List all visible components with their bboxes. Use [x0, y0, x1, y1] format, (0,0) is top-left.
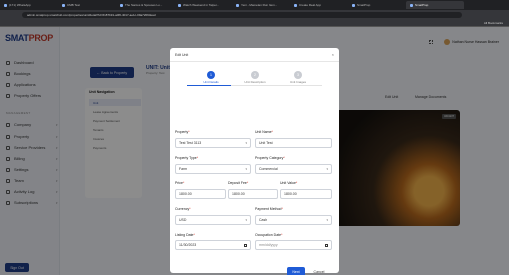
calendar-icon[interactable]	[325, 243, 328, 247]
deposit-fee-input[interactable]: 1800.00	[228, 189, 278, 199]
close-icon[interactable]: ×	[332, 52, 334, 57]
browser-tab[interactable]: SmatProp	[348, 1, 406, 9]
divider	[170, 61, 339, 62]
browser-tab[interactable]: Create Real App	[290, 1, 348, 9]
occupation-date-label: Occupation Date*	[255, 233, 283, 237]
favicon-icon	[120, 3, 123, 7]
step-number: 2	[251, 71, 259, 79]
chevron-down-icon: ▾	[245, 167, 247, 171]
unit-name-label: Unit Name*	[255, 130, 273, 134]
property-category-label: Property Category*	[255, 156, 285, 160]
property-label: Property*	[175, 130, 190, 134]
property-select[interactable]: Test Test 3113 ▾	[175, 138, 251, 148]
step-label: Unit Description	[244, 80, 266, 84]
unit-value-input[interactable]: 1800.00	[280, 189, 332, 199]
calendar-icon[interactable]	[244, 243, 247, 247]
listing-date-input[interactable]: 11/30/2023	[175, 240, 251, 250]
favicon-icon	[294, 3, 297, 7]
step-unit-images[interactable]: 3 Unit Images	[274, 71, 322, 86]
chevron-down-icon: ▾	[326, 167, 328, 171]
favicon-icon	[410, 3, 413, 7]
favicon-icon	[236, 3, 239, 7]
property-type-select[interactable]: Farm ▾	[175, 164, 251, 174]
app-root: SMATPROP Dashboard Bookings Applications…	[0, 27, 509, 275]
property-type-label: Property Type*	[175, 156, 199, 160]
unit-name-input[interactable]: Unit Test	[255, 138, 332, 148]
favicon-icon	[62, 3, 65, 7]
step-unit-description[interactable]: 2 Unit Description	[231, 71, 279, 86]
address-bar: admin.smatprop.smatchub.com/properties/u…	[0, 10, 509, 19]
step-label: Unit Details	[203, 80, 219, 84]
price-label: Price*	[175, 181, 185, 185]
listing-date-label: Listing Date*	[175, 233, 195, 237]
next-button[interactable]: Next	[287, 267, 305, 275]
edit-unit-modal: Edit Unit × 1 Unit Details 2 Unit Descri…	[170, 48, 339, 275]
payment-method-select[interactable]: Cash ▾	[255, 215, 332, 225]
step-number: 3	[294, 71, 302, 79]
price-input[interactable]: 1800.00	[175, 189, 226, 199]
deposit-fee-label: Deposit Fee*	[228, 181, 249, 185]
step-number: 1	[207, 71, 215, 79]
favicon-icon	[352, 3, 355, 7]
browser-tab[interactable]: The Santos & Spouses Lo...	[116, 1, 174, 9]
chevron-down-icon: ▾	[245, 218, 247, 222]
browser-tab[interactable]: Yeni - Mamelan Run Item...	[232, 1, 290, 9]
bookmarks-bar[interactable]: All Bookmarks	[0, 19, 509, 27]
currency-label: Currency*	[175, 207, 191, 211]
step-unit-details[interactable]: 1 Unit Details	[187, 71, 235, 86]
cancel-button[interactable]: Cancel	[308, 267, 330, 275]
step-indicator	[187, 85, 235, 86]
currency-select[interactable]: USD ▾	[175, 215, 251, 225]
modal-title: Edit Unit	[175, 53, 189, 57]
property-category-select[interactable]: Commercial ▾	[255, 164, 332, 174]
favicon-icon	[4, 3, 7, 7]
favicon-icon	[178, 3, 181, 7]
browser-tab[interactable]: (171) WhatsApp	[0, 1, 58, 9]
step-indicator	[274, 85, 322, 86]
chevron-down-icon: ▾	[326, 218, 328, 222]
browser-tab-active[interactable]: SmatProp	[406, 1, 464, 9]
browser-tab[interactable]: Watch Weekend in Taipei...	[174, 1, 232, 9]
payment-method-label: Payment Method*	[255, 207, 283, 211]
browser-tab[interactable]: CMB Test	[58, 1, 116, 9]
unit-value-label: Unit Value*	[280, 181, 298, 185]
step-indicator	[231, 85, 279, 86]
step-label: Unit Images	[289, 80, 306, 84]
browser-tab-strip: (171) WhatsApp CMB Test The Santos & Spo…	[0, 0, 509, 10]
chevron-down-icon: ▾	[245, 141, 247, 145]
occupation-date-input[interactable]: mm/dd/yyyy	[255, 240, 332, 250]
url-input[interactable]: admin.smatprop.smatchub.com/properties/u…	[22, 11, 462, 18]
